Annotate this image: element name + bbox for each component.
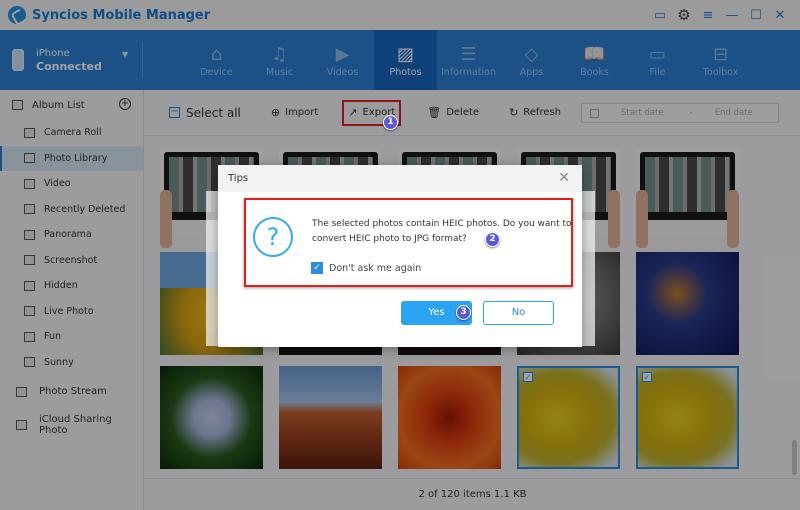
- no-button[interactable]: No: [483, 301, 554, 325]
- tips-dialog: Tips ✕ ? The selected photos contain HEI…: [218, 165, 582, 347]
- step-badge-2: 2: [485, 232, 500, 247]
- dialog-header: Tips: [218, 165, 582, 192]
- checkbox-label: Don't ask me again: [329, 262, 422, 274]
- dialog-message: The selected photos contain HEIC photos.…: [312, 219, 572, 244]
- step-badge-3: 3: [456, 305, 471, 320]
- question-icon: ?: [253, 217, 293, 257]
- close-icon[interactable]: ✕: [558, 170, 570, 186]
- checkmark-icon[interactable]: ✓: [311, 262, 323, 274]
- step-badge-1: 1: [383, 115, 398, 130]
- dialog-title: Tips: [228, 173, 249, 184]
- dont-ask-checkbox[interactable]: ✓ Don't ask me again: [311, 262, 421, 274]
- app-window: Syncios Mobile Manager ▭ ⚙ ≡ — ☐ ✕ iPhon…: [0, 0, 800, 510]
